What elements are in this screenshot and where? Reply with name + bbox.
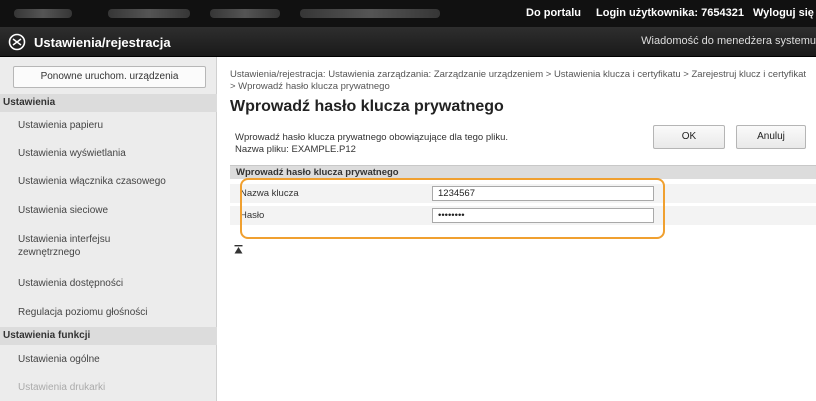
restart-device-button[interactable]: Ponowne uruchom. urządzenia: [13, 66, 206, 88]
logout-link[interactable]: Wyloguj się: [753, 7, 814, 19]
sidebar: Ponowne uruchom. urządzenia Ustawienia U…: [0, 57, 217, 401]
sidebar-item-printer[interactable]: Ustawienia drukarki: [0, 381, 216, 394]
sidebar-item-volume[interactable]: Regulacja poziomu głośności: [0, 306, 216, 319]
title-bar: Ustawienia/rejestracja Wiadomość do mene…: [0, 27, 816, 57]
sidebar-item-external-interface[interactable]: Ustawienia interfejsu zewnętrznego: [0, 233, 150, 259]
blurred-text: [210, 9, 280, 18]
sidebar-section-settings: Ustawienia: [0, 94, 217, 112]
breadcrumb: Ustawienia/rejestracja: Ustawienia zarzą…: [230, 69, 807, 92]
sidebar-item-timer[interactable]: Ustawienia włącznika czasowego: [0, 175, 216, 188]
user-login-label: Login użytkownika: 7654321: [596, 7, 744, 19]
panel-header: Wprowadź hasło klucza prywatnego: [230, 165, 816, 179]
highlight-frame: [240, 178, 665, 239]
message-to-manager-link[interactable]: Wiadomość do menedżera systemu: [641, 35, 816, 47]
back-to-top-icon[interactable]: [234, 245, 243, 254]
description: Wprowadź hasło klucza prywatnego obowiąz…: [235, 132, 508, 156]
blurred-text: [14, 9, 72, 18]
sidebar-item-general[interactable]: Ustawienia ogólne: [0, 353, 216, 366]
sidebar-item-network[interactable]: Ustawienia sieciowe: [0, 204, 216, 217]
sidebar-section-functions: Ustawienia funkcji: [0, 327, 217, 345]
description-text: Wprowadź hasło klucza prywatnego obowiąz…: [235, 132, 509, 143]
portal-link[interactable]: Do portalu: [526, 7, 581, 19]
cancel-button[interactable]: Anuluj: [736, 125, 806, 149]
page-title: Wprowadź hasło klucza prywatnego: [230, 98, 504, 115]
settings-logo-icon: [8, 33, 26, 51]
blurred-text: [300, 9, 440, 18]
sidebar-item-paper[interactable]: Ustawienia papieru: [0, 119, 216, 132]
app-title: Ustawienia/rejestracja: [34, 35, 171, 50]
sidebar-item-display[interactable]: Ustawienia wyświetlania: [0, 147, 216, 160]
main-content: Ustawienia/rejestracja: Ustawienia zarzą…: [218, 57, 816, 401]
file-name-text: Nazwa pliku: EXAMPLE.P12: [235, 144, 356, 155]
sidebar-item-accessibility[interactable]: Ustawienia dostępności: [0, 277, 216, 290]
top-bar: Do portalu Login użytkownika: 7654321 Wy…: [0, 0, 816, 27]
ok-button[interactable]: OK: [653, 125, 725, 149]
blurred-text: [108, 9, 190, 18]
